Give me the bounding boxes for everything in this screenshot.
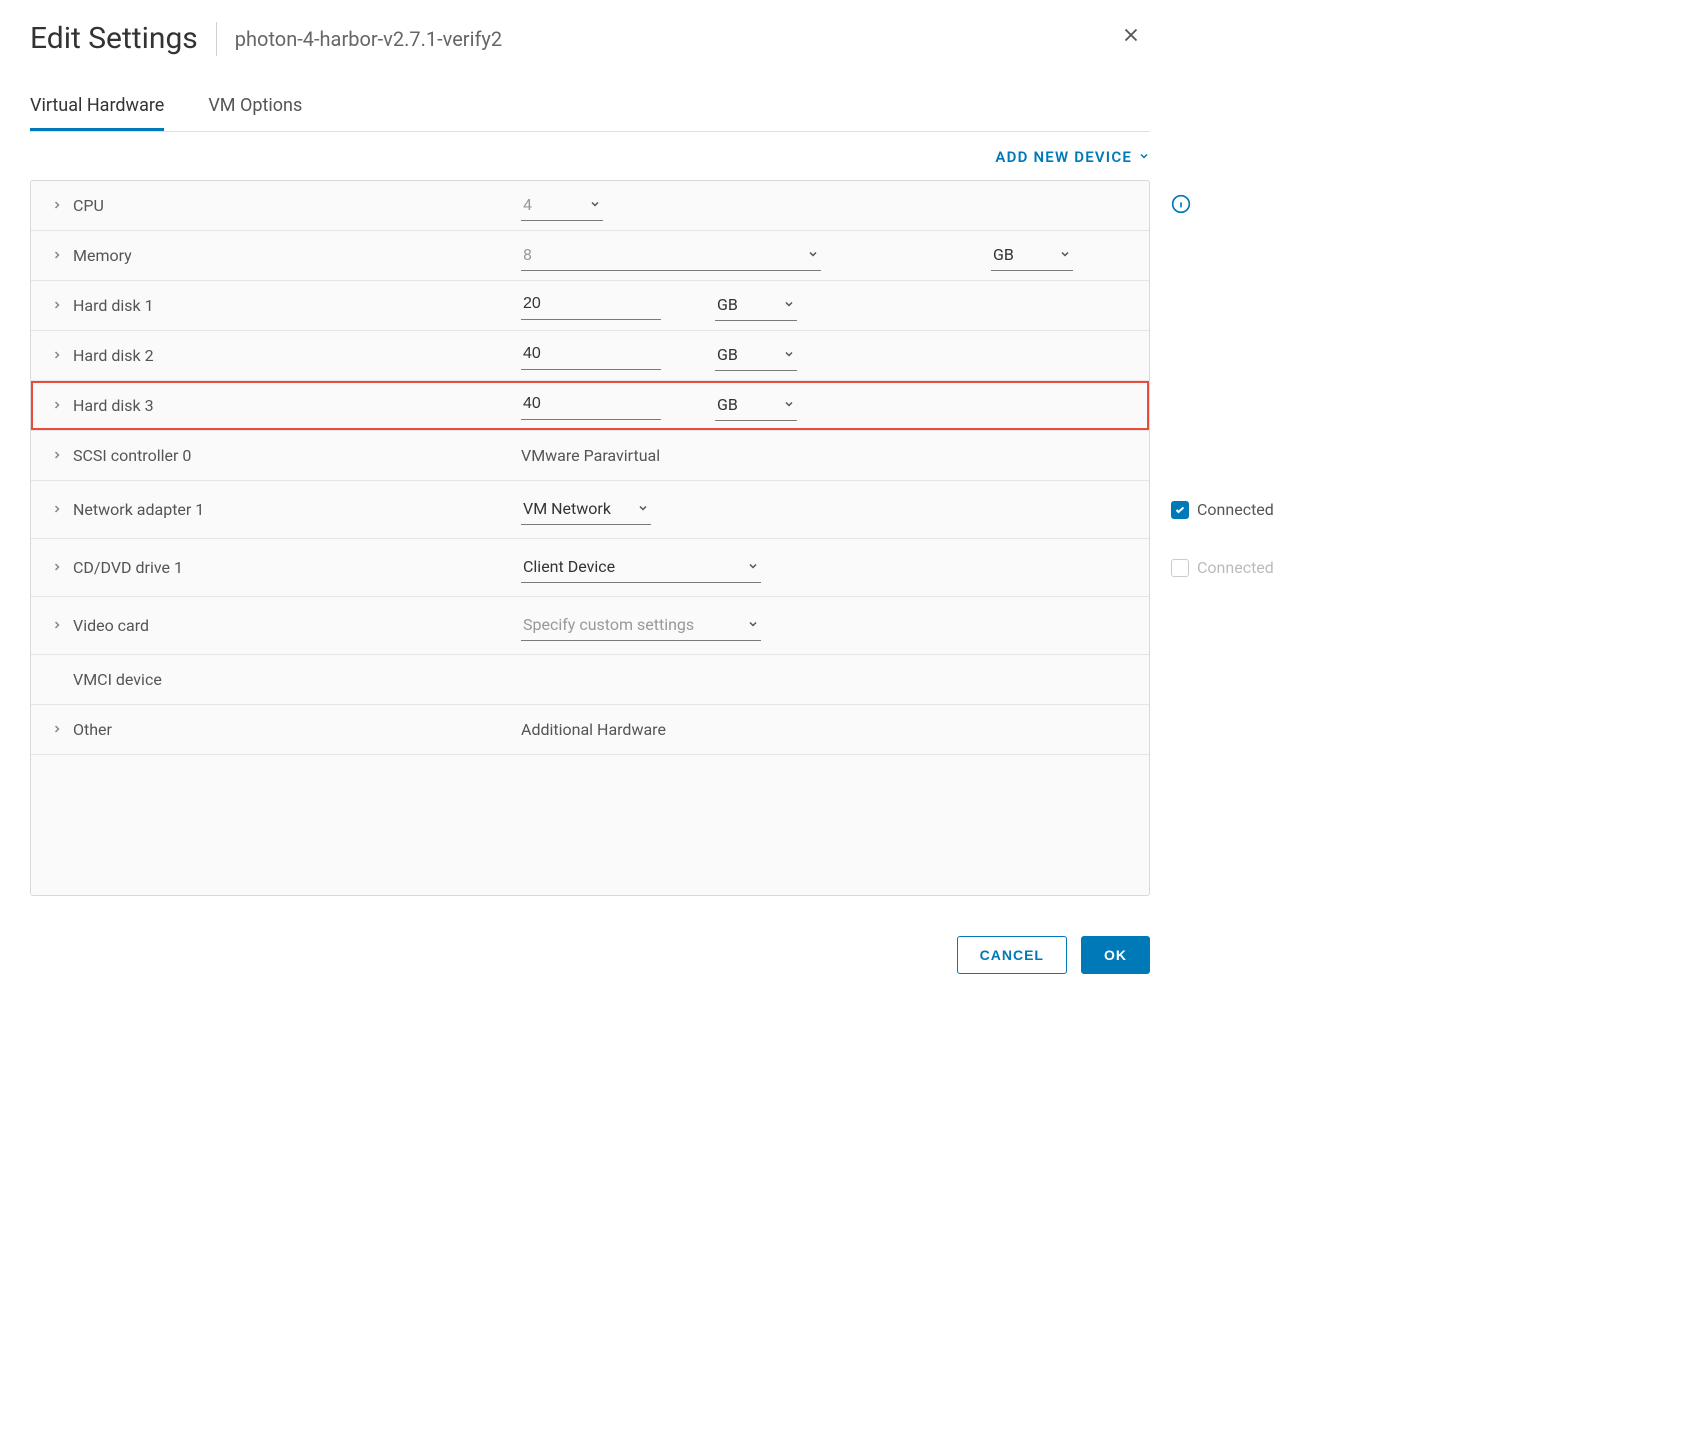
info-icon[interactable]: [1171, 194, 1191, 218]
hd3-size-input[interactable]: [521, 391, 661, 420]
hd2-unit: GB: [717, 345, 738, 364]
row-network: Network adapter 1 VM Network Connected: [31, 481, 1149, 539]
chevron-down-icon: [1138, 148, 1150, 166]
row-scsi: SCSI controller 0 VMware Paravirtual: [31, 431, 1149, 481]
close-icon: [1120, 25, 1142, 52]
network-select[interactable]: VM Network: [521, 495, 651, 525]
close-button[interactable]: [1112, 20, 1150, 57]
vmci-label: VMCI device: [73, 670, 162, 689]
chevron-down-icon: [783, 395, 795, 414]
cpu-select[interactable]: 4: [521, 191, 603, 221]
row-cddvd: CD/DVD drive 1 Client Device Connected: [31, 539, 1149, 597]
edit-settings-dialog: Edit Settings photon-4-harbor-v2.7.1-ver…: [0, 0, 1180, 1004]
vm-name: photon-4-harbor-v2.7.1-verify2: [235, 27, 502, 51]
cddvd-value: Client Device: [523, 557, 615, 576]
memory-value: 8: [523, 245, 532, 264]
header-left: Edit Settings photon-4-harbor-v2.7.1-ver…: [30, 21, 502, 56]
dialog-footer: CANCEL OK: [30, 896, 1150, 974]
row-hd3: Hard disk 3 GB: [31, 381, 1149, 431]
add-device-label: ADD NEW DEVICE: [995, 148, 1132, 166]
hd3-label: Hard disk 3: [73, 396, 154, 415]
header-divider: [216, 22, 217, 56]
chevron-down-icon: [637, 499, 649, 518]
chevron-right-icon[interactable]: [51, 446, 63, 465]
hd1-size-input[interactable]: [521, 291, 661, 320]
ok-button[interactable]: OK: [1081, 936, 1150, 974]
cddvd-connected-checkbox: [1171, 559, 1189, 577]
video-select[interactable]: Specify custom settings: [521, 611, 761, 641]
add-new-device-button[interactable]: ADD NEW DEVICE: [995, 148, 1150, 166]
network-connected-label: Connected: [1197, 500, 1274, 519]
network-connected-checkbox[interactable]: [1171, 501, 1189, 519]
chevron-down-icon: [747, 615, 759, 634]
chevron-down-icon: [589, 195, 601, 214]
row-hd1: Hard disk 1 GB: [31, 281, 1149, 331]
chevron-right-icon[interactable]: [51, 296, 63, 315]
chevron-right-icon[interactable]: [51, 396, 63, 415]
cancel-button[interactable]: CANCEL: [957, 936, 1067, 974]
hd2-size-input[interactable]: [521, 341, 661, 370]
dialog-header: Edit Settings photon-4-harbor-v2.7.1-ver…: [30, 20, 1150, 87]
chevron-right-icon[interactable]: [51, 196, 63, 215]
cddvd-label: CD/DVD drive 1: [73, 558, 183, 577]
cpu-value: 4: [523, 195, 532, 214]
cpu-label: CPU: [73, 196, 104, 215]
chevron-right-icon[interactable]: [51, 246, 63, 265]
scsi-label: SCSI controller 0: [73, 446, 191, 465]
memory-input[interactable]: 8: [521, 241, 821, 271]
video-label: Video card: [73, 616, 149, 635]
chevron-right-icon[interactable]: [51, 346, 63, 365]
chevron-right-icon[interactable]: [51, 500, 63, 519]
action-bar: ADD NEW DEVICE: [30, 134, 1150, 180]
chevron-down-icon: [783, 295, 795, 314]
other-value: Additional Hardware: [521, 720, 666, 739]
spacer: [51, 674, 63, 686]
chevron-down-icon: [807, 245, 819, 264]
hd1-unit-select[interactable]: GB: [715, 291, 797, 321]
row-video: Video card Specify custom settings: [31, 597, 1149, 655]
memory-unit-select[interactable]: GB: [991, 241, 1073, 271]
cddvd-connected-label: Connected: [1197, 558, 1274, 577]
row-vmci: VMCI device: [31, 655, 1149, 705]
hd3-unit-select[interactable]: GB: [715, 391, 797, 421]
row-cpu: CPU 4: [31, 181, 1149, 231]
scsi-value: VMware Paravirtual: [521, 446, 660, 465]
network-label: Network adapter 1: [73, 500, 204, 519]
tab-vm-options[interactable]: VM Options: [208, 87, 302, 131]
tab-virtual-hardware[interactable]: Virtual Hardware: [30, 87, 164, 131]
chevron-right-icon[interactable]: [51, 558, 63, 577]
memory-label: Memory: [73, 246, 132, 265]
row-other: Other Additional Hardware: [31, 705, 1149, 755]
other-label: Other: [73, 720, 112, 739]
hd2-label: Hard disk 2: [73, 346, 154, 365]
chevron-down-icon: [1059, 245, 1071, 264]
hd1-unit: GB: [717, 295, 738, 314]
chevron-right-icon[interactable]: [51, 616, 63, 635]
hd1-label: Hard disk 1: [73, 296, 154, 315]
video-value: Specify custom settings: [523, 615, 694, 634]
row-hd2: Hard disk 2 GB: [31, 331, 1149, 381]
hd3-unit: GB: [717, 395, 738, 414]
memory-unit: GB: [993, 245, 1014, 264]
panel-filler: [31, 755, 1149, 895]
hardware-panel: CPU 4 Memory 8: [30, 180, 1150, 896]
network-value: VM Network: [523, 499, 611, 518]
cddvd-select[interactable]: Client Device: [521, 553, 761, 583]
chevron-down-icon: [783, 345, 795, 364]
row-memory: Memory 8 GB: [31, 231, 1149, 281]
hd2-unit-select[interactable]: GB: [715, 341, 797, 371]
tab-bar: Virtual Hardware VM Options: [30, 87, 1150, 132]
dialog-title: Edit Settings: [30, 21, 198, 56]
chevron-right-icon[interactable]: [51, 720, 63, 739]
chevron-down-icon: [747, 557, 759, 576]
